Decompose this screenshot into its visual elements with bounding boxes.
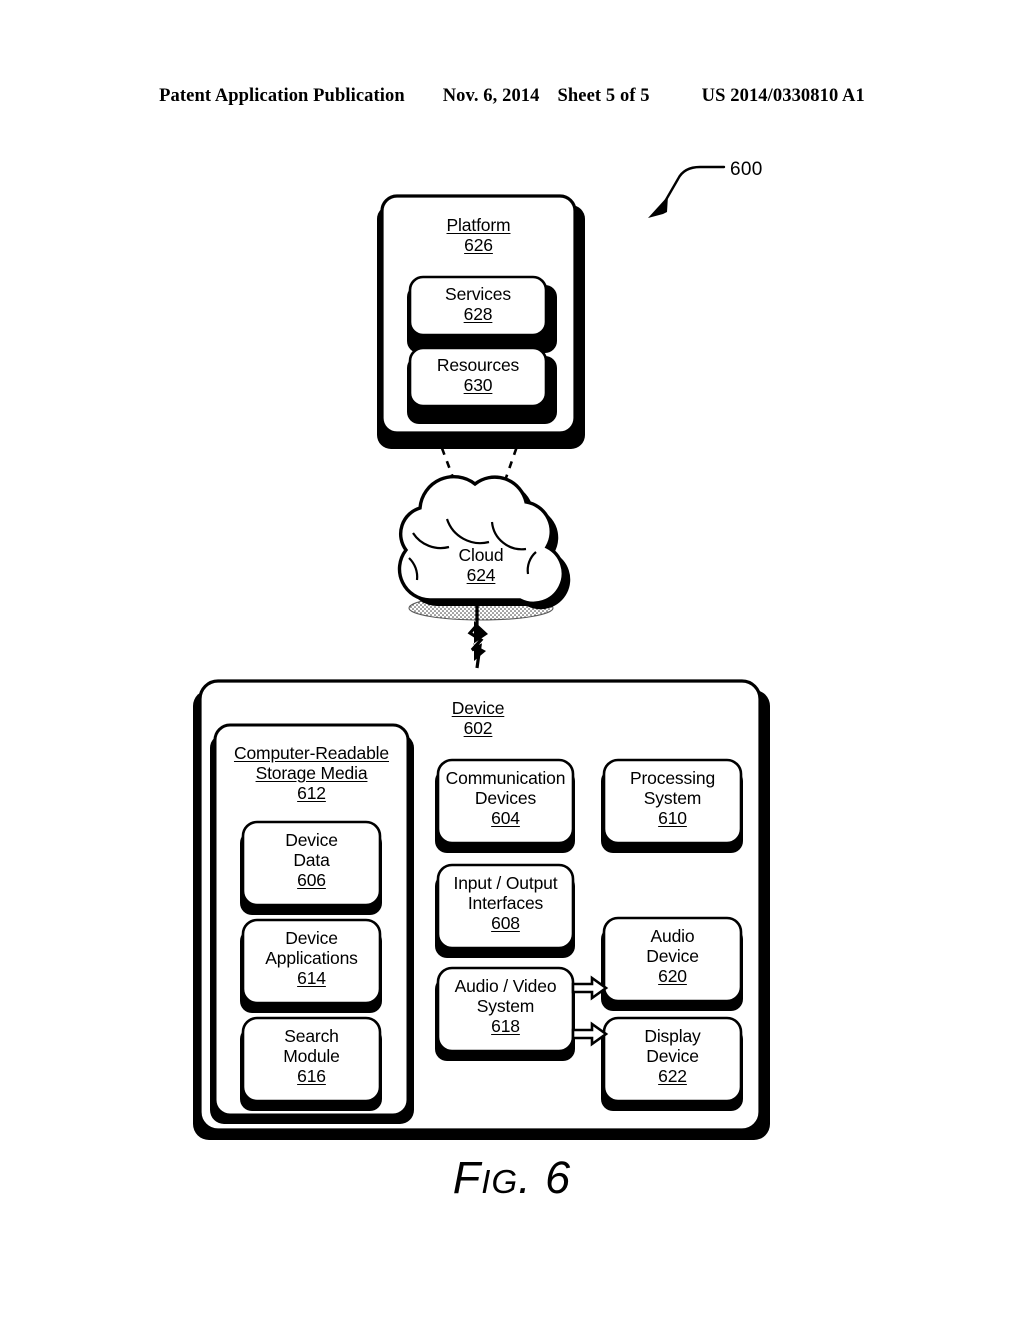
device-data-line2: Data: [293, 849, 330, 870]
display-device-ref: 622: [658, 1065, 687, 1086]
search-module-line1: Search: [284, 1026, 339, 1046]
display-device-line2: Device: [646, 1045, 699, 1066]
device-ref: 602: [463, 717, 493, 738]
storage-media-label: Computer-Readable Storage Media 612: [215, 743, 408, 804]
device-applications-ref: 614: [297, 967, 326, 988]
storage-media-title-line1: Computer-Readable: [233, 743, 390, 763]
figure-caption: FIG. 6: [0, 1152, 1024, 1204]
diagram-vector-layer: [193, 165, 770, 1140]
platform-title: Platform: [446, 215, 511, 235]
figure-caption-ig: IG: [481, 1163, 519, 1200]
cloud-shape: [397, 474, 571, 610]
input-output-interfaces-line2: Interfaces: [467, 892, 544, 913]
storage-media-ref: 612: [297, 782, 326, 803]
audio-video-system-line2: System: [476, 995, 535, 1016]
audio-video-system-ref: 618: [491, 1015, 520, 1036]
figure-600-diagram: 600 Platform 626 Services 628 Resources …: [0, 0, 1024, 1320]
processing-system-ref: 610: [658, 807, 687, 828]
audio-device-label: Audio Device 620: [604, 926, 741, 987]
resources-ref: 630: [463, 374, 493, 395]
audio-video-system-label: Audio / Video System 618: [438, 976, 573, 1037]
communication-devices-label: Communication Devices 604: [438, 768, 573, 829]
processing-system-label: Processing System 610: [604, 768, 741, 829]
input-output-interfaces-line1: Input / Output: [453, 873, 558, 893]
device-label: Device 602: [418, 698, 538, 739]
audio-video-system-line1: Audio / Video: [454, 976, 557, 996]
search-module-label: Search Module 616: [243, 1026, 380, 1087]
audio-device-ref: 620: [658, 965, 687, 986]
platform-label: Platform 626: [382, 215, 575, 256]
audio-device-line2: Device: [646, 945, 699, 966]
processing-system-line2: System: [643, 787, 702, 808]
communication-devices-line2: Devices: [474, 787, 537, 808]
display-device-label: Display Device 622: [604, 1026, 741, 1087]
cloud-ref: 624: [466, 564, 496, 585]
display-device-line1: Display: [644, 1026, 701, 1046]
figure-caption-dot: .: [518, 1152, 546, 1203]
cloud-title: Cloud: [458, 545, 504, 565]
audio-device-line1: Audio: [650, 926, 695, 946]
device-title: Device: [451, 698, 505, 718]
processing-system-line1: Processing: [629, 768, 716, 788]
input-output-interfaces-ref: 608: [491, 912, 520, 933]
input-output-interfaces-label: Input / Output Interfaces 608: [438, 873, 573, 934]
device-applications-line2: Applications: [265, 947, 358, 968]
figure-caption-number: 6: [545, 1152, 572, 1203]
services-ref: 628: [463, 303, 493, 324]
search-module-ref: 616: [297, 1065, 326, 1086]
device-data-line1: Device: [285, 830, 338, 850]
cloud-label: Cloud 624: [420, 545, 542, 586]
storage-media-title-line2: Storage Media: [255, 762, 368, 783]
figure-caption-f: F: [452, 1152, 482, 1203]
resources-title: Resources: [436, 355, 520, 375]
system-ref-leader-arrow: [648, 165, 726, 218]
services-title: Services: [445, 284, 511, 304]
device-applications-line1: Device: [285, 928, 338, 948]
device-data-ref: 606: [297, 869, 326, 890]
communication-devices-line1: Communication: [445, 768, 566, 788]
resources-label: Resources 630: [410, 355, 546, 396]
device-data-label: Device Data 606: [243, 830, 380, 891]
device-applications-label: Device Applications 614: [243, 928, 380, 989]
search-module-line2: Module: [283, 1045, 340, 1066]
system-ref-600-label: 600: [730, 159, 763, 180]
communication-devices-ref: 604: [491, 807, 520, 828]
platform-ref: 626: [464, 234, 493, 255]
services-label: Services 628: [410, 284, 546, 325]
